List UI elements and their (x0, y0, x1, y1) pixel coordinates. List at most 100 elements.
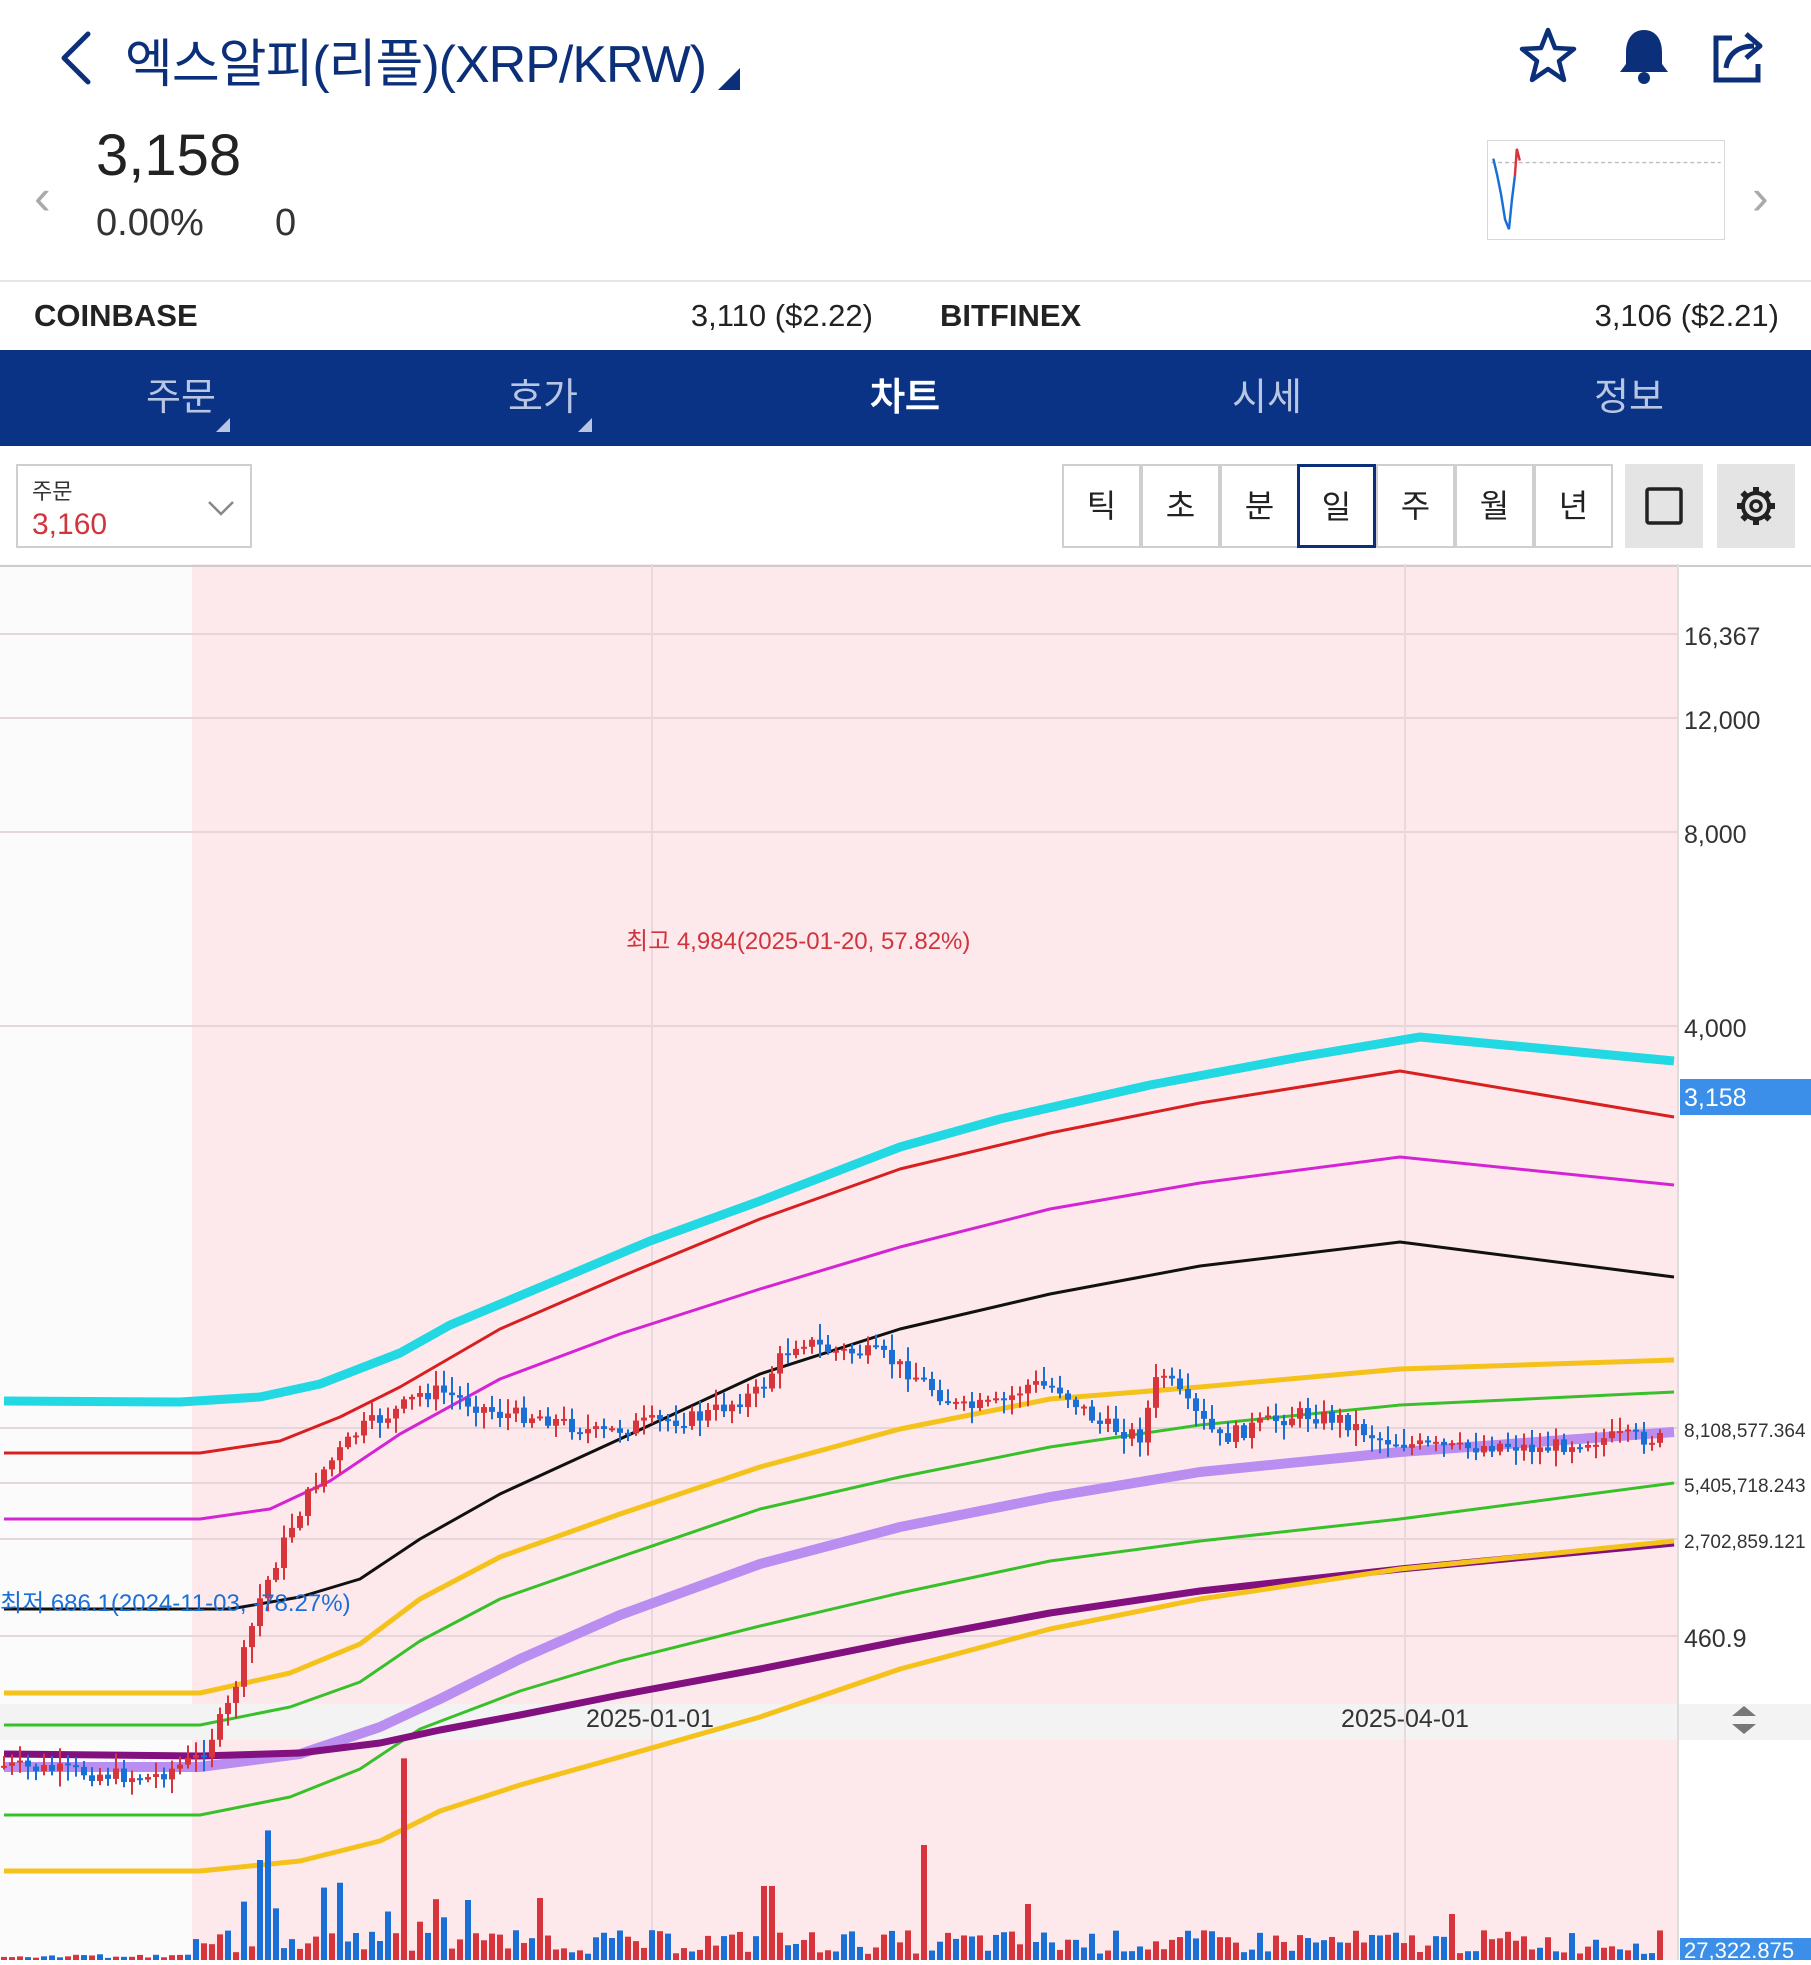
square-icon (1645, 487, 1683, 525)
candle (577, 1432, 583, 1435)
period-month[interactable]: 월 (1455, 464, 1534, 548)
volume-bar (1425, 1945, 1431, 1960)
volume-bar (673, 1953, 679, 1960)
candle (721, 1404, 727, 1412)
period-week[interactable]: 주 (1376, 464, 1455, 548)
period-minute[interactable]: 분 (1220, 464, 1299, 548)
candle (169, 1768, 175, 1780)
volume-bar (561, 1948, 567, 1960)
tab-chart[interactable]: 차트 (724, 350, 1086, 446)
volume-bar (985, 1950, 991, 1960)
volume-bar (1313, 1942, 1319, 1960)
candle (1265, 1415, 1271, 1418)
tab-quotes[interactable]: 시세 (1086, 350, 1448, 446)
volume-bar (705, 1935, 711, 1960)
period-second[interactable]: 초 (1141, 464, 1220, 548)
settings-button[interactable] (1717, 464, 1795, 548)
volume-bar (465, 1900, 471, 1960)
candle (153, 1774, 159, 1778)
volume-bar (313, 1936, 319, 1960)
current-price-tag-label: 3,158 (1684, 1084, 1747, 1112)
page-title[interactable]: 엑스알피(리플)(XRP/KRW) (125, 22, 707, 97)
expand-button[interactable] (1625, 464, 1703, 548)
x-tick-label: 2025-04-01 (1341, 1705, 1469, 1733)
candle (137, 1778, 143, 1781)
candle (545, 1416, 551, 1426)
volume-bar (593, 1937, 599, 1960)
volume-bar (721, 1936, 727, 1960)
next-arrow-icon[interactable]: › (1752, 168, 1769, 226)
candle (1385, 1439, 1391, 1445)
candle (1353, 1424, 1359, 1431)
y-tick-label: 16,367 (1684, 623, 1760, 651)
title-dropdown-icon[interactable] (718, 68, 740, 90)
candle (921, 1377, 927, 1380)
volume-bar (913, 1953, 919, 1960)
price-chart[interactable]: 16,367 12,000 8,000 4,000 460.9 2025-01-01 202… (0, 564, 1811, 1963)
volume-bar (1041, 1932, 1047, 1960)
period-day[interactable]: 일 (1297, 464, 1376, 548)
volume-bar (1409, 1935, 1415, 1960)
tab-orderbook[interactable]: 호가 (362, 350, 724, 446)
volume-bar (449, 1948, 455, 1960)
candle (1561, 1439, 1567, 1452)
tab-order[interactable]: 주문 (0, 350, 362, 446)
candle (401, 1399, 407, 1409)
mini-sparkline[interactable] (1487, 140, 1725, 240)
volume-bar (409, 1950, 415, 1960)
volume-bar (1353, 1930, 1359, 1960)
candle (1217, 1429, 1223, 1434)
candle (569, 1418, 575, 1433)
volume-bar (1001, 1932, 1007, 1960)
chart-canvas[interactable]: 16,367 12,000 8,000 4,000 460.9 2025-01-01 202… (0, 564, 1811, 1963)
volume-bar (1025, 1904, 1031, 1960)
candle (233, 1686, 239, 1703)
volume-bar (1097, 1953, 1103, 1960)
candle (361, 1420, 367, 1436)
period-tick[interactable]: 틱 (1062, 464, 1141, 548)
candle (1425, 1440, 1431, 1443)
volume-bar (1609, 1946, 1615, 1960)
volume-bar (521, 1942, 527, 1960)
candle (385, 1418, 391, 1423)
volume-bar (505, 1948, 511, 1960)
bell-icon[interactable] (1612, 24, 1676, 88)
candle (1465, 1442, 1471, 1449)
volume-bar (513, 1930, 519, 1960)
prev-arrow-icon[interactable]: ‹ (34, 168, 51, 226)
candle (321, 1469, 327, 1487)
volume-bar (1121, 1951, 1127, 1960)
volume-bar (1553, 1951, 1559, 1960)
volume-bar (1241, 1952, 1247, 1960)
volume-bar (265, 1830, 271, 1960)
volume-bar (793, 1943, 799, 1960)
candle (1633, 1429, 1639, 1432)
order-price-select[interactable]: 주문 3,160 (16, 464, 252, 548)
volume-bar (185, 1954, 191, 1960)
star-icon[interactable] (1516, 24, 1580, 88)
candle (1121, 1432, 1127, 1439)
candle (713, 1404, 719, 1410)
candle (1009, 1395, 1015, 1400)
candle (1433, 1441, 1439, 1444)
candle (833, 1350, 839, 1353)
volume-bar (1617, 1949, 1623, 1960)
candle (801, 1346, 807, 1349)
volume-bar (385, 1911, 391, 1960)
candle (1, 1765, 7, 1768)
volume-bar (1105, 1950, 1111, 1960)
candle (17, 1760, 23, 1763)
share-icon[interactable] (1706, 24, 1770, 88)
volume-bar (1273, 1935, 1279, 1960)
back-icon[interactable] (52, 28, 102, 88)
candle (657, 1415, 663, 1420)
volume-bar (1281, 1942, 1287, 1960)
candle (1337, 1414, 1343, 1423)
period-year[interactable]: 년 (1534, 464, 1613, 548)
volume-bar (1329, 1936, 1335, 1960)
high-annotation: 최고 4,984(2025-01-20, 57.82%) (626, 928, 970, 955)
tab-info[interactable]: 정보 (1448, 350, 1810, 446)
candle (1257, 1417, 1263, 1423)
candle (625, 1432, 631, 1435)
candle (1041, 1381, 1047, 1386)
